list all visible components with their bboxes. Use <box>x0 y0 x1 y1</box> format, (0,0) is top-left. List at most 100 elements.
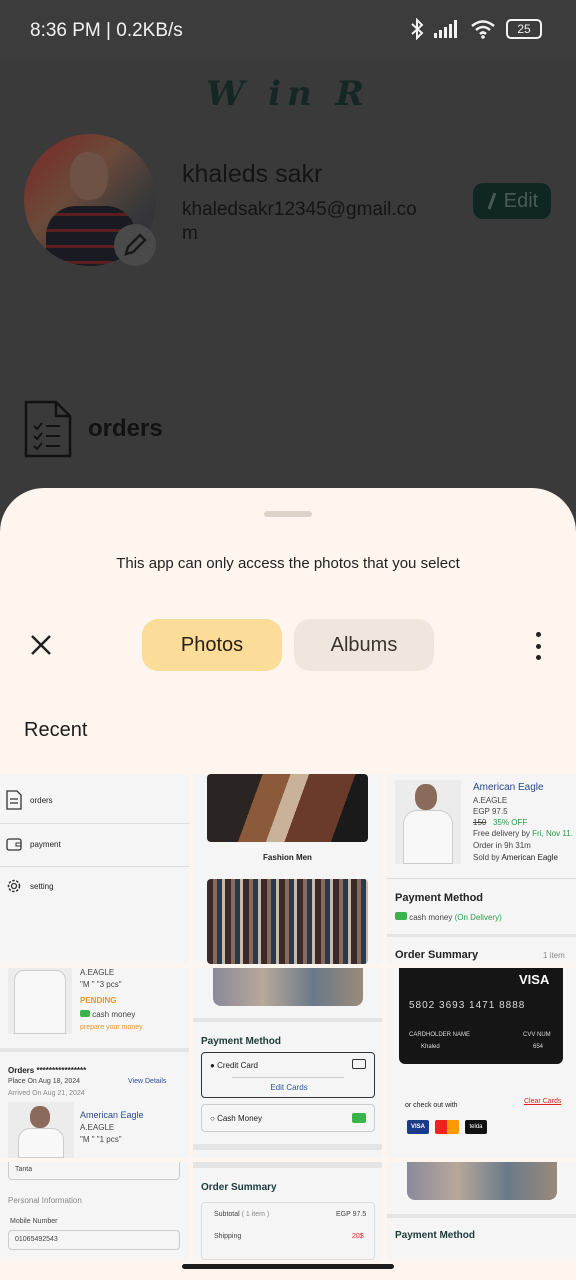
thumb-text: Sold by American Eagle <box>473 853 558 862</box>
thumb-text: Tanta <box>15 1166 33 1173</box>
drag-handle[interactable] <box>264 511 312 517</box>
input-field: 01065492543 <box>8 1230 180 1250</box>
photo-thumbnail[interactable]: American Eagle A.EAGLE EGP 97.5 150 35% … <box>387 774 576 964</box>
thumb-text: or check out with <box>405 1102 458 1109</box>
tab-albums[interactable]: Albums <box>294 619 434 671</box>
photo-grid: orders payment setting Fashion Men Ameri… <box>0 774 576 1260</box>
cash-option: ○ Cash Money <box>201 1104 375 1132</box>
signal-icon <box>434 20 457 38</box>
thumb-text: setting <box>30 881 54 891</box>
mastercard-logo: MC <box>435 1120 459 1134</box>
summary-box: Subtotal ( 1 item ) EGP 97.5 Shipping 20… <box>201 1202 375 1260</box>
photo-thumbnail[interactable]: Payment Method <box>387 1162 576 1260</box>
thumb-text: orders <box>30 795 53 805</box>
thumb-text: Order Summary <box>395 949 479 961</box>
thumb-text: View Details <box>128 1078 167 1085</box>
thumb-text: Payment Method <box>395 892 484 904</box>
tab-photos[interactable]: Photos <box>142 619 282 671</box>
app-logo: W in R <box>206 74 370 114</box>
thumb-text: Khaled <box>421 1044 440 1050</box>
input-field: Tanta <box>8 1162 180 1180</box>
thumb-text: Payment Method <box>201 1036 282 1047</box>
thumb-text: A.EAGLE <box>80 968 115 977</box>
blurred-photo <box>407 1162 557 1200</box>
document-icon <box>6 790 22 810</box>
thumb-text: cash money (On Delivery) <box>395 912 502 922</box>
thumb-text: ○ Cash Money <box>210 1114 262 1123</box>
divider <box>387 878 576 879</box>
photo-picker-sheet: This app can only access the photos that… <box>0 488 576 1280</box>
pencil-icon <box>487 192 497 210</box>
card-photo: VISA 5802 3693 1471 8888 CARDHOLDER NAME… <box>399 968 563 1064</box>
photo-thumbnail[interactable]: VISA 5802 3693 1471 8888 CARDHOLDER NAME… <box>387 968 576 1158</box>
close-icon <box>31 635 51 655</box>
thumb-text: Free delivery by Fri, Nov 11. <box>473 829 573 838</box>
status-time: 8:36 PM | 0.2KB/s <box>30 20 183 41</box>
thumb-text: Mobile Number <box>10 1218 58 1225</box>
gesture-nav-bar[interactable] <box>182 1264 394 1269</box>
profile-name: khaleds sakr <box>182 160 323 188</box>
thumb-text: prepare your money <box>80 1024 143 1031</box>
photo-thumbnail[interactable]: Fashion Men <box>193 774 382 964</box>
divider <box>193 1144 382 1150</box>
edit-avatar-button[interactable] <box>114 224 156 266</box>
pencil-icon <box>124 233 147 256</box>
thumb-text: Subtotal ( 1 item ) <box>214 1211 270 1218</box>
thumb-text: Edit Cards <box>270 1083 308 1092</box>
photo-thumbnail[interactable]: Tanta Personal Information Mobile Number… <box>0 1162 189 1260</box>
photo-thumbnail[interactable]: orders payment setting <box>0 774 189 964</box>
profile-email: khaledsakr12345@gmail.com <box>182 199 417 244</box>
access-info-text: This app can only access the photos that… <box>116 555 460 572</box>
status-bar: 8:36 PM | 0.2KB/s 25 <box>0 0 576 60</box>
status-badge: PENDING <box>80 996 117 1005</box>
thumb-text: EGP 97.5 <box>336 1211 367 1218</box>
thumb-text: Orders **************** <box>8 1066 87 1075</box>
visa-logo: VISA <box>407 1120 429 1134</box>
thumb-text: CVV NUM <box>523 1032 551 1038</box>
thumb-text: 5802 3693 1471 8888 <box>409 1000 526 1011</box>
thumb-text: 1 item <box>543 951 565 960</box>
thumb-text: 150 <box>473 818 487 827</box>
thumb-text: "M " "1 pcs" <box>80 1135 122 1144</box>
thumb-text: Shipping <box>214 1233 242 1240</box>
product-photo <box>395 780 461 864</box>
divider <box>0 823 189 824</box>
dot-icon <box>535 655 541 660</box>
telda-logo: telda <box>465 1120 487 1134</box>
dot-icon <box>535 632 541 637</box>
divider <box>0 1048 189 1052</box>
photo-thumbnail[interactable]: Payment Method ● Credit Card Edit Cards … <box>193 968 382 1158</box>
thumb-text: American Eagle <box>80 1110 144 1120</box>
photo-thumbnail[interactable]: Order Summary Subtotal ( 1 item ) EGP 97… <box>193 1162 382 1260</box>
edit-profile-button[interactable]: Edit <box>473 183 551 219</box>
divider <box>387 1214 576 1218</box>
thumb-text: 35% OFF <box>493 818 528 827</box>
thumb-text: 01065492543 <box>15 1236 58 1243</box>
divider <box>387 934 576 937</box>
thumb-text: "M " "3 pcs" <box>80 980 122 989</box>
photo-thumbnail[interactable]: A.EAGLE "M " "3 pcs" PENDING cash money … <box>0 968 189 1158</box>
profile-screen: W in R khaleds sakr khaledsakr12345@gmai… <box>0 60 576 500</box>
blurred-photo <box>213 968 363 1006</box>
bluetooth-icon <box>411 18 424 40</box>
thumb-text: payment <box>30 839 61 849</box>
thumb-menu-row: orders <box>6 790 53 810</box>
thumb-text: Fashion Men <box>263 853 312 862</box>
thumb-text: American Eagle <box>473 782 544 793</box>
thumb-text: Clear Cards <box>524 1098 562 1105</box>
document-checklist-icon <box>24 400 72 458</box>
thumb-text: Place On Aug 18, 2024 <box>8 1078 80 1085</box>
section-title: Recent <box>24 719 88 741</box>
product-photo <box>8 968 72 1034</box>
dot-icon <box>535 643 541 649</box>
shoes-photo <box>207 774 368 842</box>
close-button[interactable] <box>26 630 56 660</box>
divider <box>0 866 189 867</box>
more-options-button[interactable] <box>528 632 548 660</box>
thumb-text: Arrived On Aug 21, 2024 <box>8 1090 85 1097</box>
orders-menu-item[interactable]: orders <box>24 400 163 458</box>
payment-logos: VISA MC telda <box>407 1120 487 1134</box>
edit-label: Edit <box>503 189 539 212</box>
gear-icon <box>7 879 21 893</box>
thumb-text: 654 <box>533 1044 544 1050</box>
